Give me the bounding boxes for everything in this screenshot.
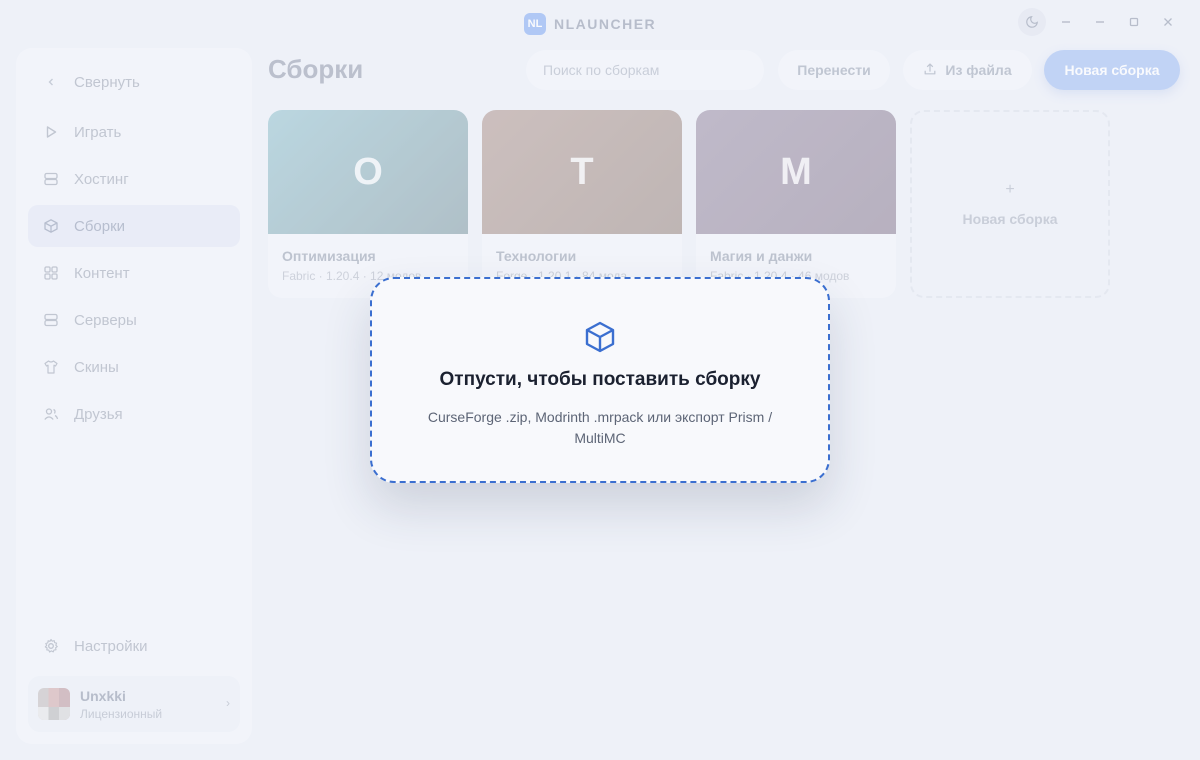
box-icon — [585, 321, 615, 353]
drop-subtitle: CurseForge .zip, Modrinth .mrpack или эк… — [427, 409, 773, 446]
drop-title: Отпусти, чтобы поставить сборку — [439, 369, 761, 390]
drop-zone[interactable]: Отпусти, чтобы поставить сборку CurseFor… — [370, 277, 830, 483]
